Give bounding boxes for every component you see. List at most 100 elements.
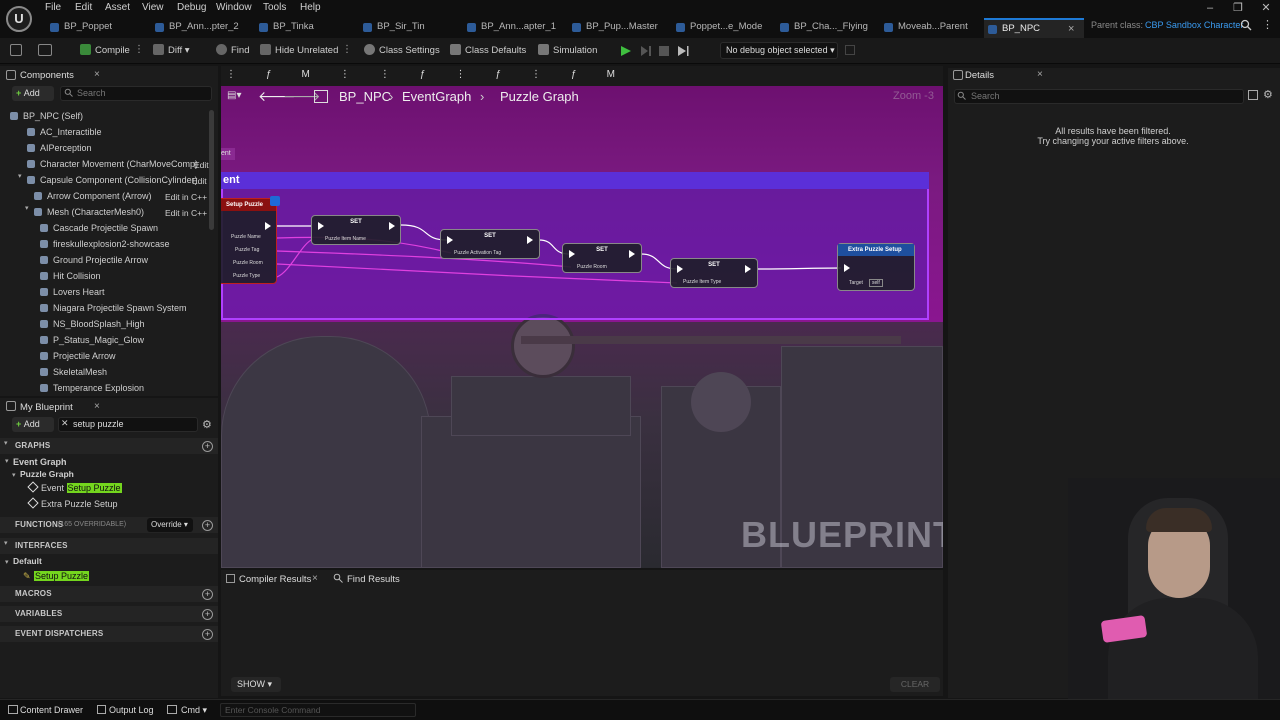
tab-bp-cha-flying[interactable]: BP_Cha..._Flying — [780, 18, 868, 38]
unreal-logo-icon[interactable]: U — [6, 6, 32, 32]
play-icon[interactable] — [620, 45, 632, 60]
add-member-button[interactable]: + Add — [12, 417, 54, 432]
variables-category[interactable]: VARIABLES — [15, 606, 62, 622]
component-item[interactable]: P_Status_Magic_Glow — [40, 332, 144, 348]
details-search-input[interactable]: Search — [954, 89, 1244, 104]
show-dropdown[interactable]: SHOW ▾ — [231, 677, 281, 692]
component-item[interactable]: Projectile Arrow — [40, 348, 116, 364]
exec-pin-icon[interactable] — [629, 250, 635, 258]
component-item[interactable]: Arrow Component (Arrow) — [34, 188, 152, 204]
close-compiler-results-icon[interactable]: × — [312, 573, 318, 584]
clear-button[interactable]: CLEAR — [890, 677, 940, 692]
tab-bp-pup-master[interactable]: BP_Pup...Master — [572, 18, 658, 38]
component-item[interactable]: Mesh (CharacterMesh0) — [34, 204, 144, 220]
add-macro-icon[interactable]: + — [202, 589, 213, 600]
component-item[interactable]: Cascade Projectile Spawn — [40, 220, 158, 236]
add-function-icon[interactable]: + — [202, 520, 213, 531]
hide-unrelated-options-icon[interactable]: ⋮ — [342, 44, 352, 55]
tab-bp-ann-pter-2[interactable]: BP_Ann...pter_2 — [155, 18, 239, 38]
event-setup-puzzle-item[interactable]: Event Setup Puzzle — [41, 480, 122, 496]
menu-tools[interactable]: Tools — [263, 2, 286, 16]
components-search-input[interactable]: Search — [60, 86, 212, 101]
diff-button[interactable]: Diff ▾ — [153, 43, 190, 59]
component-item[interactable]: SkeletalMesh — [40, 364, 107, 380]
add-dispatcher-icon[interactable]: + — [202, 629, 213, 640]
default-interface-category[interactable]: Default — [13, 553, 42, 569]
menu-asset[interactable]: Asset — [105, 2, 130, 16]
edit-arrow-cpp-link[interactable]: Edit in C++ — [165, 192, 207, 202]
exec-pin-icon[interactable] — [569, 250, 575, 258]
override-dropdown[interactable]: Override ▾ — [147, 518, 193, 532]
tab-bp-npc[interactable]: BP_NPC × — [984, 18, 1084, 38]
event-delegate-icon[interactable] — [270, 196, 280, 206]
close-tab-icon[interactable]: × — [1068, 20, 1074, 38]
tab-find-results[interactable]: Find Results — [347, 574, 400, 585]
output-log-button[interactable]: Output Log — [109, 705, 154, 715]
exec-pin-icon[interactable] — [745, 265, 751, 273]
grid-view-icon[interactable] — [1248, 90, 1258, 100]
exec-pin-icon[interactable] — [389, 222, 395, 230]
exec-pin-icon[interactable] — [318, 222, 324, 230]
menu-edit[interactable]: Edit — [75, 2, 92, 16]
breadcrumb-bp-npc[interactable]: BP_NPC — [339, 89, 391, 104]
debug-object-select[interactable]: No debug object selected ▾ — [720, 42, 838, 59]
close-components-icon[interactable]: × — [94, 69, 100, 80]
macros-category[interactable]: MACROS — [15, 586, 52, 602]
tab-bp-sir-tin[interactable]: BP_Sir_Tin — [363, 18, 425, 38]
event-setup-puzzle-node[interactable]: Setup Puzzle — [221, 198, 277, 284]
component-item[interactable]: Hit Collision — [40, 268, 101, 284]
tab-bp-tinka[interactable]: BP_Tinka — [259, 18, 314, 38]
class-defaults-button[interactable]: Class Defaults — [450, 43, 526, 59]
class-settings-button[interactable]: Class Settings — [364, 43, 440, 59]
component-item[interactable]: Capsule Component (CollisionCylinder) — [27, 172, 198, 188]
edit-character-movement-link[interactable]: Edit — [194, 160, 209, 170]
exec-pin-icon[interactable] — [265, 222, 271, 230]
stop-icon[interactable] — [659, 46, 669, 56]
more-options-icon[interactable]: ⋮ — [1262, 18, 1273, 31]
exec-pin-icon[interactable] — [844, 264, 850, 272]
browse-icon[interactable] — [38, 44, 52, 56]
debug-find-icon[interactable] — [845, 45, 855, 55]
gear-icon[interactable]: ⚙ — [202, 418, 212, 431]
chevron-down-icon[interactable]: ▾ — [12, 471, 16, 479]
close-details-icon[interactable]: × — [1037, 69, 1043, 80]
component-item[interactable]: Ground Projectile Arrow — [40, 252, 148, 268]
chevron-down-icon[interactable]: ▾ — [5, 558, 9, 566]
close-my-blueprint-icon[interactable]: × — [94, 401, 100, 412]
component-item[interactable]: NS_BloodSplash_High — [40, 316, 145, 332]
add-variable-icon[interactable]: + — [202, 609, 213, 620]
gear-icon[interactable]: ⚙ — [1263, 88, 1273, 101]
edit-mesh-cpp-link[interactable]: Edit in C++ — [165, 208, 207, 218]
tab-bp-poppet[interactable]: BP_Poppet — [50, 18, 112, 38]
graphs-category[interactable]: GRAPHS — [15, 438, 50, 454]
parent-class-value[interactable]: CBP Sandbox Character — [1145, 20, 1243, 30]
component-item[interactable]: Character Movement (CharMoveComp) — [27, 156, 198, 172]
content-drawer-button[interactable]: Content Drawer — [20, 705, 83, 715]
breadcrumb-puzzle-graph[interactable]: Puzzle Graph — [500, 89, 579, 104]
hide-unrelated-button[interactable]: Hide Unrelated — [260, 43, 338, 59]
step-icon[interactable] — [640, 45, 652, 60]
cmd-dropdown[interactable]: Cmd ▾ — [181, 705, 207, 716]
tab-bp-ann-apter-1[interactable]: BP_Ann...apter_1 — [467, 18, 556, 38]
graph-shortcut-icons[interactable]: ⋮ƒM⋮⋮ƒ⋮ƒ⋮ƒM — [226, 69, 645, 80]
my-blueprint-search-input[interactable]: setup puzzle — [58, 417, 198, 432]
component-item[interactable]: Lovers Heart — [40, 284, 105, 300]
console-command-input[interactable]: Enter Console Command — [220, 703, 416, 717]
interface-setup-puzzle-item[interactable]: Setup Puzzle — [34, 568, 90, 584]
advance-icon[interactable] — [677, 45, 689, 60]
component-item[interactable]: AC_Interactible — [27, 124, 102, 140]
menu-view[interactable]: View — [142, 2, 164, 16]
minimize-icon[interactable]: – — [1196, 0, 1224, 16]
components-scrollbar[interactable] — [209, 110, 214, 230]
close-window-icon[interactable]: ✕ — [1252, 0, 1280, 16]
exec-pin-icon[interactable] — [677, 265, 683, 273]
component-item[interactable]: fireskullexplosion2-showcase — [40, 236, 170, 252]
find-button[interactable]: Find — [216, 43, 249, 59]
exec-pin-icon[interactable] — [447, 236, 453, 244]
component-item[interactable]: AIPerception — [27, 140, 92, 156]
menu-file[interactable]: File — [45, 2, 61, 16]
menu-window[interactable]: Window — [216, 2, 252, 16]
functions-category[interactable]: FUNCTIONS — [15, 517, 63, 533]
breadcrumb-eventgraph[interactable]: EventGraph — [402, 89, 471, 104]
menu-debug[interactable]: Debug — [177, 2, 206, 16]
